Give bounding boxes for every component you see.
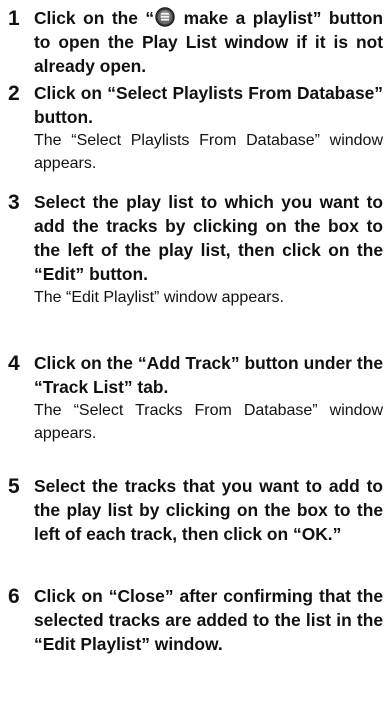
step-number: 5 xyxy=(8,475,20,498)
step-instruction: Select the tracks that you want to add t… xyxy=(34,476,383,544)
step-instruction: Click on “Select Playlists From Database… xyxy=(34,83,383,127)
step-note: The “Edit Playlist” window appears. xyxy=(34,289,284,306)
step-body: Click on the “Add Track” button under th… xyxy=(34,351,383,445)
playlist-icon xyxy=(155,7,175,27)
step-body: Click on the “ make a playlist” button t… xyxy=(34,6,383,78)
step-number: 2 xyxy=(8,82,20,105)
step-note: The “Select Playlists From Database” win… xyxy=(34,132,383,172)
step-body: Click on “Close” after confirming that t… xyxy=(34,584,383,656)
step-body: Select the play list to which you want t… xyxy=(34,190,383,309)
step-body: Select the tracks that you want to add t… xyxy=(34,474,383,546)
step-body: Click on “Select Playlists From Database… xyxy=(34,81,383,175)
instruction-text: Click on the “ xyxy=(34,8,155,28)
step-instruction: Click on “Close” after confirming that t… xyxy=(34,586,383,654)
step-note: The “Select Tracks From Database” window… xyxy=(34,402,383,442)
step-number: 3 xyxy=(8,191,20,214)
step-number: 6 xyxy=(8,585,20,608)
step-number: 4 xyxy=(8,352,20,375)
step-instruction: Click on the “ make a playlist” button t… xyxy=(34,6,383,78)
step-instruction: Select the play list to which you want t… xyxy=(34,192,383,284)
step-number: 1 xyxy=(8,7,20,30)
step-instruction: Click on the “Add Track” button under th… xyxy=(34,353,383,397)
